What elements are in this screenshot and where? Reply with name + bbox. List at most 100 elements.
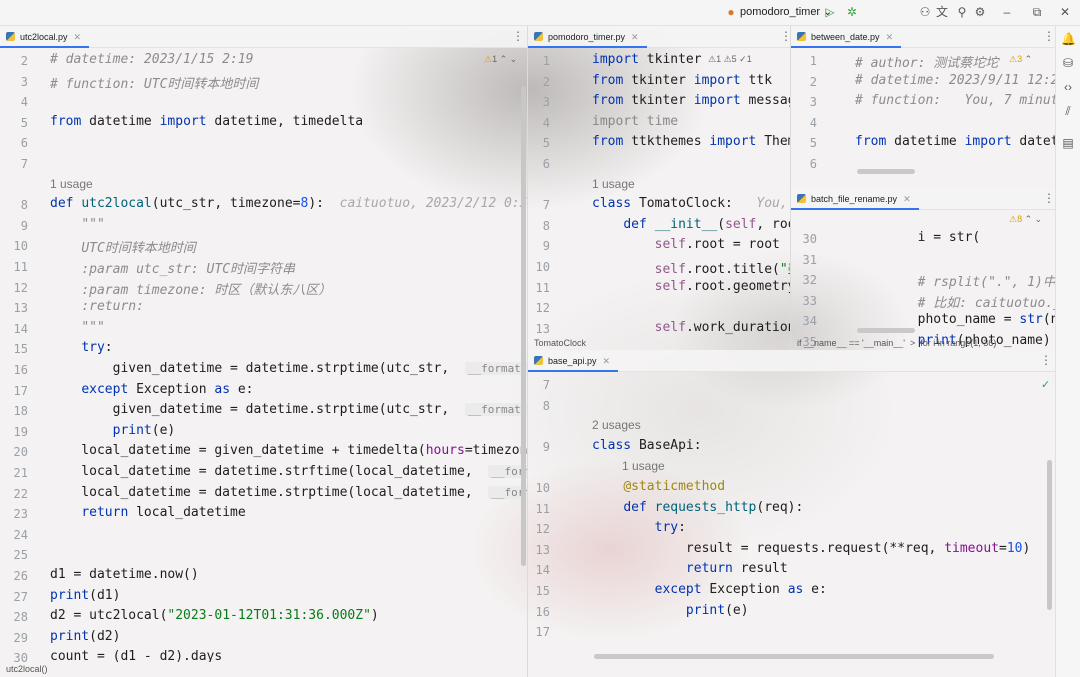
close-button[interactable]: ✕ xyxy=(1058,5,1072,19)
code-line[interactable]: @staticmethod xyxy=(592,479,725,494)
close-tab-icon[interactable]: ✕ xyxy=(631,32,639,42)
line-number[interactable]: 23 xyxy=(0,507,28,521)
code-line[interactable]: i = str( xyxy=(855,230,981,245)
line-number[interactable]: 30 xyxy=(791,232,817,246)
line-number[interactable]: 19 xyxy=(0,425,28,439)
line-number[interactable]: 13 xyxy=(528,322,550,336)
line-number[interactable]: 6 xyxy=(0,136,28,150)
line-number[interactable]: 30 xyxy=(0,651,28,662)
more-options-icon[interactable]: ⋮ xyxy=(1040,353,1052,367)
line-number[interactable]: 7 xyxy=(0,157,28,171)
line-number[interactable]: 29 xyxy=(0,631,28,645)
breadcrumb[interactable]: utc2local() xyxy=(6,664,48,674)
code-line[interactable]: :param timezone: 时区（默认东八区） xyxy=(50,279,331,298)
line-number[interactable]: 12 xyxy=(528,522,550,536)
tab-batch-file-rename[interactable]: batch_file_rename.py ✕ xyxy=(791,188,919,210)
code-line[interactable]: given_datetime = datetime.strptime(utc_s… xyxy=(50,402,527,417)
code-line[interactable]: return result xyxy=(592,561,788,576)
line-number[interactable]: 9 xyxy=(528,239,550,253)
line-number[interactable]: 10 xyxy=(528,481,550,495)
code-line[interactable]: class BaseApi: xyxy=(592,438,702,453)
code-line[interactable]: from datetime import dateti xyxy=(855,134,1055,149)
code-line[interactable]: def utc2local(utc_str, timezone=8): cait… xyxy=(50,196,527,211)
code-line[interactable]: # function: You, 7 minute xyxy=(855,93,1055,108)
code-line[interactable]: local_datetime = datetime.strptime(local… xyxy=(50,485,527,500)
line-number[interactable]: 21 xyxy=(0,466,28,480)
code-line[interactable]: # author: 测试蔡坨坨 xyxy=(855,52,998,71)
code-line[interactable]: except Exception as e: xyxy=(592,582,827,597)
line-number[interactable]: 15 xyxy=(528,584,550,598)
line-number[interactable]: 1 xyxy=(791,54,817,68)
line-number[interactable]: 31 xyxy=(791,253,817,267)
line-number[interactable]: 7 xyxy=(528,198,550,212)
line-number[interactable]: 11 xyxy=(528,281,550,295)
code-line[interactable]: photo_name = str(na xyxy=(855,312,1055,327)
code-line[interactable]: count = (d1 - d2).days xyxy=(50,649,222,662)
line-number[interactable]: 5 xyxy=(0,116,28,130)
inspection-widget[interactable]: ⚠3 ⌃ xyxy=(1009,54,1032,65)
code-line[interactable]: local_datetime = datetime.strftime(local… xyxy=(50,464,527,479)
code-line[interactable]: print(e) xyxy=(592,603,749,618)
line-number[interactable]: 12 xyxy=(0,281,28,295)
debug-icon[interactable]: ✲ xyxy=(845,5,859,19)
code-line[interactable]: d2 = utc2local("2023-01-12T01:31:36.000Z… xyxy=(50,608,379,623)
usage-hint[interactable]: 2 usages xyxy=(592,418,641,432)
account-icon[interactable]: ⚇ xyxy=(918,5,932,19)
inspection-widget[interactable]: ⚠1 ⌃ ⌄ xyxy=(484,54,517,65)
line-number[interactable]: 7 xyxy=(528,378,550,392)
code-line[interactable]: from tkinter import ttk xyxy=(592,73,772,88)
code-line[interactable]: self.root = root xyxy=(592,237,780,252)
editor-batch-file-rename[interactable]: batch_file_rename.py ✕ ⋮ ⚠8 ⌃ ⌄ 30 i = st… xyxy=(791,188,1055,348)
code-line[interactable]: return local_datetime xyxy=(50,505,245,520)
line-number[interactable]: 17 xyxy=(0,384,28,398)
inspection-widget[interactable]: ⚠1 ⚠5 ✓1 xyxy=(708,54,752,65)
code-line[interactable]: print(d2) xyxy=(50,629,120,644)
code-line[interactable]: # 比如: caituotuo.jp xyxy=(855,292,1055,311)
line-number[interactable]: 32 xyxy=(791,273,817,287)
tab-pomodoro-timer[interactable]: pomodoro_timer.py ✕ xyxy=(528,26,647,48)
minimize-button[interactable]: – xyxy=(1000,5,1014,19)
tab-utc2local[interactable]: utc2local.py ✕ xyxy=(0,26,90,48)
line-number[interactable]: 1 xyxy=(528,54,550,68)
more-options-icon[interactable]: ⋮ xyxy=(1043,191,1055,205)
more-options-icon[interactable]: ⋮ xyxy=(780,29,790,43)
usage-hint[interactable]: 1 usage xyxy=(592,177,635,191)
more-options-icon[interactable]: ⋮ xyxy=(1043,29,1055,43)
line-number[interactable]: 25 xyxy=(0,548,28,562)
editor-pomodoro-timer[interactable]: pomodoro_timer.py ✕ ⋮ ⚠1 ⚠5 ✓1 1 import tk… xyxy=(528,26,790,348)
line-number[interactable]: 16 xyxy=(528,605,550,619)
line-number[interactable]: 10 xyxy=(0,239,28,253)
line-number[interactable]: 13 xyxy=(0,301,28,315)
code-line[interactable]: from ttkthemes import ThemedTk xyxy=(592,134,790,149)
code-line[interactable]: print(d1) xyxy=(50,588,120,603)
code-line[interactable]: try: xyxy=(50,340,112,355)
more-options-icon[interactable]: ⋮ xyxy=(512,29,524,43)
code-line[interactable]: print(e) xyxy=(50,423,176,438)
code-line[interactable]: self.root.title("美 xyxy=(592,258,790,277)
code-line[interactable]: self.root.geometry( xyxy=(592,279,790,294)
close-tab-icon[interactable]: ✕ xyxy=(903,194,911,204)
tab-base-api[interactable]: base_api.py ✕ xyxy=(528,350,619,372)
code-line[interactable]: import time xyxy=(592,114,678,129)
code-line[interactable]: d1 = datetime.now() xyxy=(50,567,199,582)
code-line[interactable]: local_datetime = given_datetime + timede… xyxy=(50,443,527,458)
breadcrumb[interactable]: if __name__ == '__main__' > for i in ran… xyxy=(797,338,996,348)
close-tab-icon[interactable]: ✕ xyxy=(74,32,82,42)
close-tab-icon[interactable]: ✕ xyxy=(886,32,894,42)
line-number[interactable]: 11 xyxy=(528,502,550,516)
code-structure-icon[interactable]: ‹› xyxy=(1061,80,1075,94)
line-number[interactable]: 22 xyxy=(0,487,28,501)
run-icon[interactable]: ▷ xyxy=(823,5,837,19)
usage-hint[interactable]: 1 usage xyxy=(622,459,665,473)
editor-base-api[interactable]: base_api.py ✕ ⋮ ✓ 7 8 2 usages 9 class BaseAp… xyxy=(528,350,1055,662)
horizontal-scrollbar[interactable] xyxy=(594,654,994,659)
line-number[interactable]: 5 xyxy=(528,136,550,150)
run-config-selector[interactable]: pomodoro_timer ⌄ xyxy=(740,5,832,18)
code-line[interactable]: try: xyxy=(592,520,686,535)
line-number[interactable]: 11 xyxy=(0,260,28,274)
line-number[interactable]: 18 xyxy=(0,404,28,418)
line-number[interactable]: 14 xyxy=(528,563,550,577)
line-number[interactable]: 4 xyxy=(791,116,817,130)
line-number[interactable]: 6 xyxy=(528,157,550,171)
line-number[interactable]: 2 xyxy=(0,54,28,68)
